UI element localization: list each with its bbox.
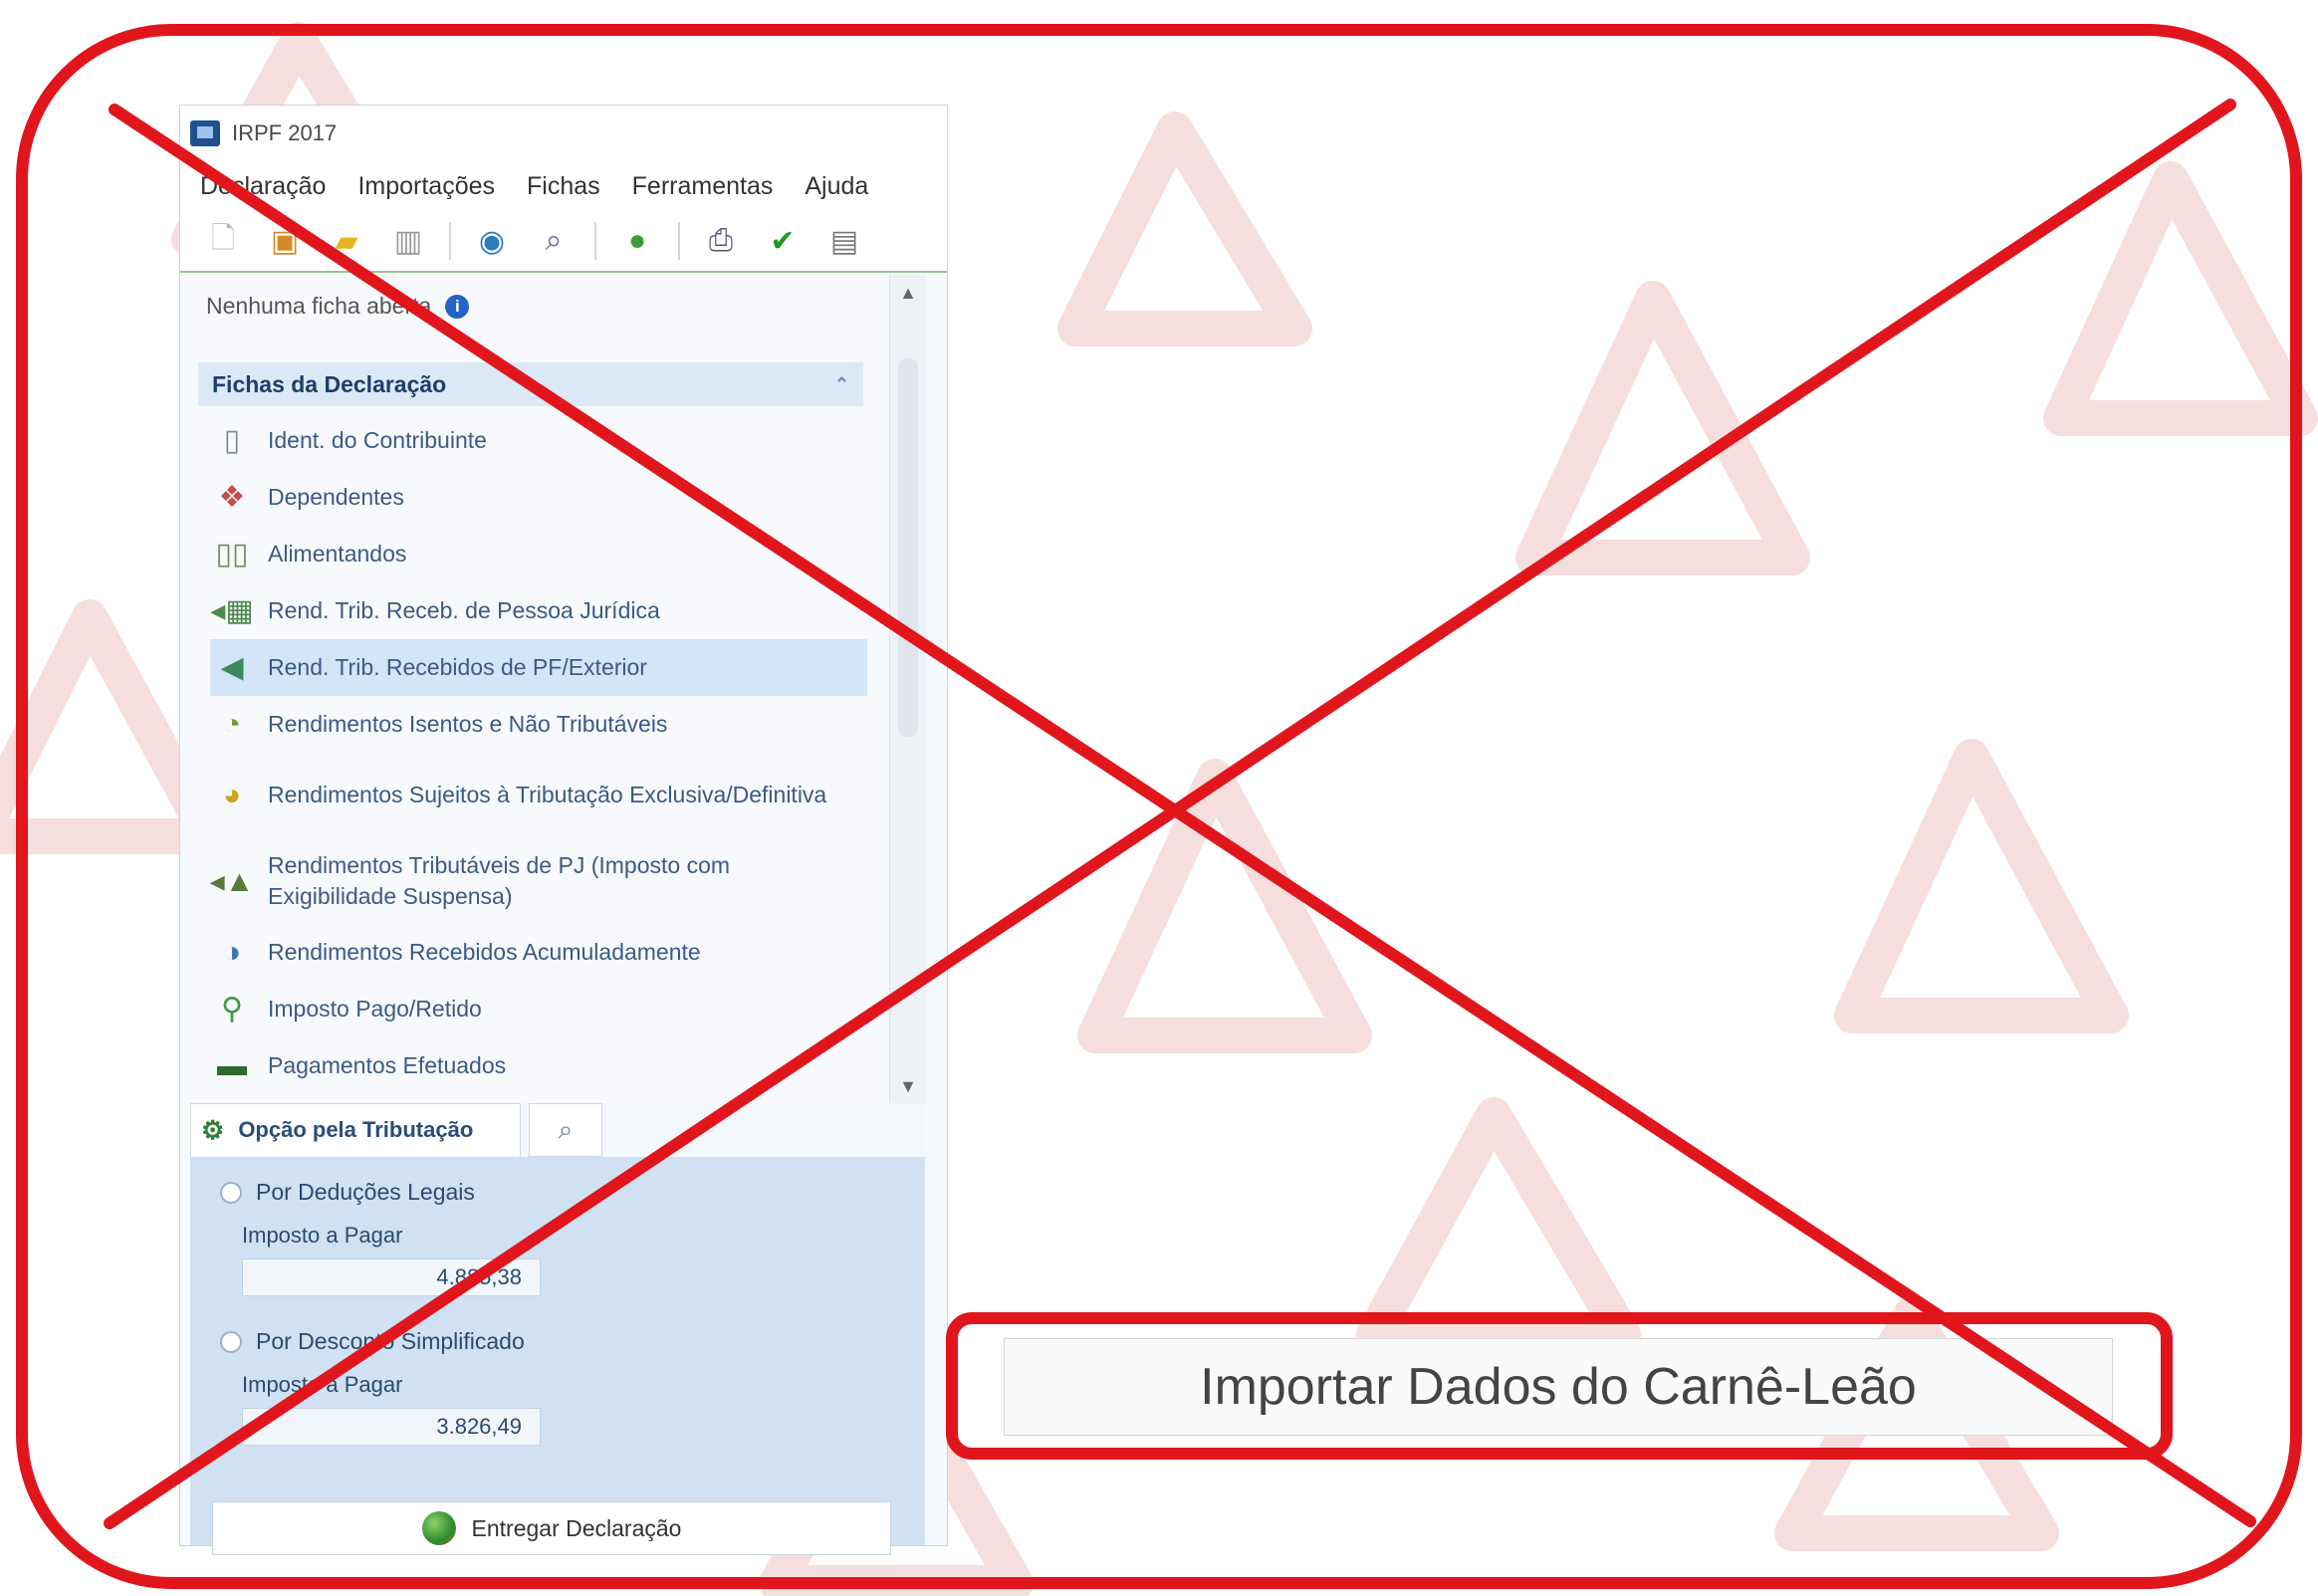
scroll-thumb[interactable] bbox=[898, 358, 918, 737]
collapse-icon[interactable]: ⌃ bbox=[834, 374, 849, 395]
title-bar: IRPF 2017 bbox=[180, 106, 947, 161]
radio-simplified-discount[interactable] bbox=[220, 1330, 242, 1353]
tax-due-value-1: 4.885,38 bbox=[242, 1258, 541, 1296]
list-item[interactable]: ▬ Pagamentos Efetuados bbox=[210, 1037, 867, 1094]
globe-icon[interactable]: ◉ bbox=[471, 220, 513, 262]
contributor-icon: ▯ bbox=[223, 424, 241, 457]
list-item[interactable]: ◔ Rendimentos Isentos e Não Tributáveis bbox=[210, 696, 867, 753]
tax-option-tabbar: ⚙ Opção pela Tributação ⌕ bbox=[190, 1103, 925, 1157]
import-carne-leao-button[interactable]: Importar Dados do Carnê-Leão bbox=[1004, 1338, 2113, 1436]
folder-icon[interactable]: ▰ bbox=[326, 220, 367, 262]
app-icon bbox=[190, 120, 220, 146]
open-icon[interactable]: ▣ bbox=[264, 220, 306, 262]
section-title: Fichas da Declaração bbox=[212, 370, 447, 397]
scroll-up-icon[interactable]: ▲ bbox=[890, 283, 926, 304]
income-pf-icon: ◀ bbox=[220, 651, 244, 684]
list-item[interactable]: ▯▯ Alimentandos bbox=[210, 526, 867, 582]
list-item[interactable]: ▯ Ident. do Contribuinte bbox=[210, 412, 867, 469]
option-simplified-discount[interactable]: Por Desconto Simplificado bbox=[220, 1328, 525, 1355]
tab-tax-option[interactable]: ⚙ Opção pela Tributação bbox=[190, 1103, 521, 1156]
tax-due-label-1: Imposto a Pagar bbox=[242, 1223, 403, 1248]
transmit-icon[interactable]: ● bbox=[616, 220, 658, 262]
clipboard-icon[interactable]: ▤ bbox=[823, 220, 865, 262]
list-item-selected[interactable]: ◀ Rend. Trib. Recebidos de PF/Exterior bbox=[210, 639, 867, 696]
info-icon[interactable]: i bbox=[445, 294, 470, 319]
option-legal-deductions[interactable]: Por Deduções Legais bbox=[220, 1179, 475, 1206]
trash-icon[interactable]: ▥ bbox=[387, 220, 429, 262]
scroll-down-icon[interactable]: ▼ bbox=[890, 1076, 926, 1097]
tax-option-icon: ⚙ bbox=[201, 1114, 225, 1145]
tab-search[interactable]: ⌕ bbox=[529, 1103, 602, 1157]
toolbar-separator bbox=[594, 222, 596, 260]
toolbar-separator bbox=[449, 222, 451, 260]
list-item[interactable]: ⚲ Imposto Pago/Retido bbox=[210, 981, 867, 1037]
irpf-window: IRPF 2017 Declaração Importações Fichas … bbox=[179, 105, 948, 1555]
tax-paid-icon: ⚲ bbox=[221, 993, 243, 1026]
list-item[interactable]: ◑ Rendimentos Recebidos Acumuladamente bbox=[210, 924, 867, 981]
new-document-icon[interactable]: 🗋 bbox=[202, 220, 244, 262]
toolbar-separator bbox=[678, 222, 680, 260]
check-icon[interactable]: ✔ bbox=[762, 220, 804, 262]
payments-icon: ▬ bbox=[217, 1048, 247, 1082]
menu-fichas[interactable]: Fichas bbox=[527, 172, 600, 201]
menu-declaracao[interactable]: Declaração bbox=[200, 172, 326, 201]
list-item[interactable]: ◂▲ Rendimentos Tributáveis de PJ (Impost… bbox=[210, 838, 867, 924]
toolbar: 🗋 ▣ ▰ ▥ ◉ ⌕ ● ⎙ ✔ ▤ bbox=[180, 211, 947, 273]
menu-bar: Declaração Importações Fichas Ferramenta… bbox=[180, 161, 947, 211]
magnifier-icon: ⌕ bbox=[558, 1114, 574, 1144]
tax-due-value-2: 3.826,49 bbox=[242, 1408, 541, 1446]
status-row: Nenhuma ficha aberta i bbox=[206, 293, 470, 320]
list-item[interactable]: ❖ Dependentes bbox=[210, 469, 867, 526]
menu-ajuda[interactable]: Ajuda bbox=[805, 172, 868, 201]
menu-importacoes[interactable]: Importações bbox=[357, 172, 495, 201]
search-icon[interactable]: ⌕ bbox=[533, 220, 575, 262]
list-item[interactable]: ◂▦ Rend. Trib. Receb. de Pessoa Jurídica bbox=[210, 582, 867, 639]
section-header[interactable]: Fichas da Declaração ⌃ bbox=[198, 362, 863, 406]
menu-ferramentas[interactable]: Ferramentas bbox=[632, 172, 774, 201]
fichas-list: ▯ Ident. do Contribuinte ❖ Dependentes ▯… bbox=[210, 412, 867, 1094]
print-icon[interactable]: ⎙ bbox=[700, 220, 742, 262]
status-text: Nenhuma ficha aberta bbox=[206, 293, 432, 319]
deliver-declaration-button[interactable]: Entregar Declaração bbox=[212, 1501, 891, 1555]
exempt-income-icon: ◔ bbox=[222, 707, 242, 741]
list-item[interactable]: ◕ Rendimentos Sujeitos à Tributação Excl… bbox=[210, 753, 867, 838]
suspended-tax-icon: ◂▲ bbox=[209, 864, 255, 898]
fichas-panel: Nenhuma ficha aberta i Fichas da Declara… bbox=[190, 275, 881, 1103]
tax-due-label-2: Imposto a Pagar bbox=[242, 1372, 403, 1397]
accumulated-income-icon: ◑ bbox=[222, 935, 242, 969]
vertical-scrollbar[interactable]: ▲ ▼ bbox=[889, 275, 926, 1103]
alimentandos-icon: ▯▯ bbox=[215, 538, 249, 570]
dependents-icon: ❖ bbox=[218, 481, 246, 514]
radio-legal-deductions[interactable] bbox=[220, 1181, 242, 1204]
exclusive-tax-icon: ◕ bbox=[222, 779, 242, 811]
income-pj-icon: ◂▦ bbox=[210, 594, 254, 627]
tax-option-panel: Por Deduções Legais Imposto a Pagar 4.88… bbox=[190, 1157, 925, 1476]
deliver-globe-icon bbox=[421, 1511, 456, 1545]
window-title: IRPF 2017 bbox=[232, 120, 338, 145]
